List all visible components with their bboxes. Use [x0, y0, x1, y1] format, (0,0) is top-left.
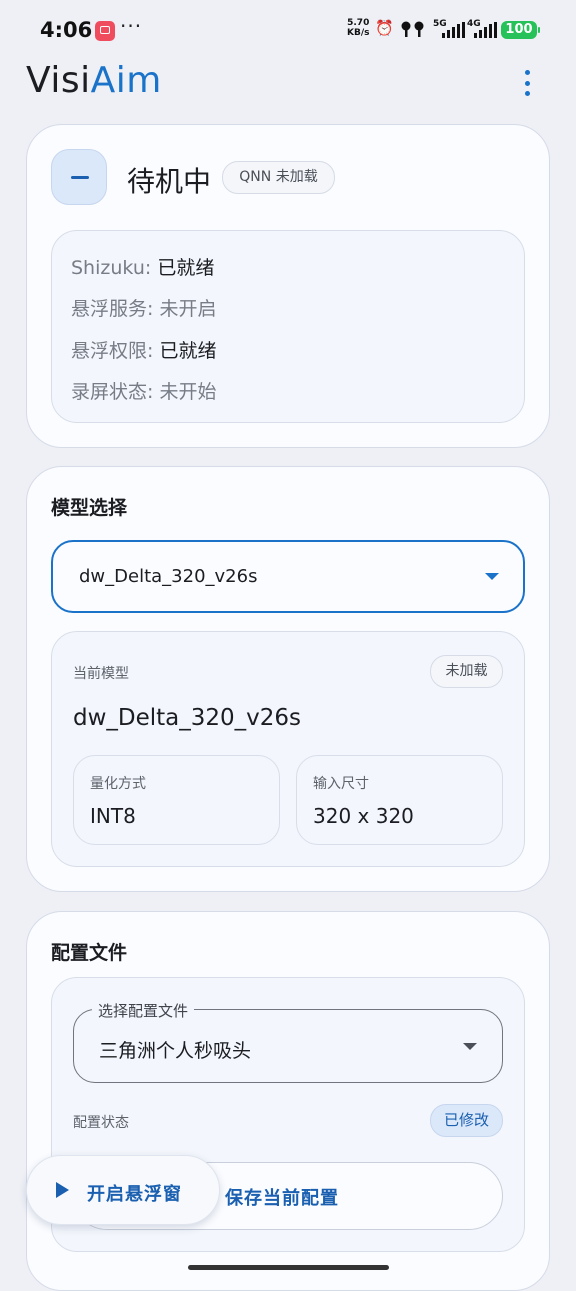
current-model-name: dw_Delta_320_v26s	[73, 705, 302, 731]
earbuds-icon	[401, 21, 424, 37]
status-recording: 录屏状态: 未开始	[71, 377, 216, 404]
quant-spec-box	[73, 755, 280, 845]
config-select-label: 选择配置文件	[92, 1000, 195, 1021]
status-shizuku-value: 已就绪	[157, 257, 215, 279]
status-shizuku: Shizuku: 已就绪	[71, 253, 214, 280]
status-bar: 4:06 ··· 5.70 KB/s ⏰ 5G 4G 100	[0, 0, 576, 58]
status-float-permission-value: 已就绪	[159, 340, 217, 362]
network-speed-unit: KB/s	[347, 28, 370, 38]
app-title-part1: Visi	[26, 60, 91, 101]
clock: 4:06	[40, 18, 93, 42]
signal-4g-icon	[474, 22, 497, 38]
input-size-value: 320 x 320	[313, 804, 414, 828]
dropdown-arrow-icon	[485, 573, 499, 580]
status-recording-value: 未开始	[159, 381, 217, 403]
config-status-chip: 已修改	[430, 1104, 503, 1137]
input-size-spec-box	[296, 755, 503, 845]
battery-indicator: 100	[501, 21, 540, 39]
input-size-label: 输入尺寸	[313, 776, 369, 792]
model-dropdown-value: dw_Delta_320_v26s	[79, 566, 258, 587]
network-speed: 5.70 KB/s	[347, 18, 369, 38]
app-title: VisiAim	[26, 60, 162, 101]
home-indicator[interactable]	[188, 1265, 389, 1270]
status-title: 待机中	[127, 165, 212, 198]
alarm-icon: ⏰	[375, 19, 394, 37]
open-float-window-label: 开启悬浮窗	[87, 1184, 182, 1205]
standby-icon	[51, 149, 107, 205]
status-float-service-label: 悬浮服务:	[71, 298, 160, 320]
network-speed-value: 5.70	[347, 18, 370, 28]
play-icon	[56, 1182, 69, 1198]
config-select-value: 三角洲个人秒吸头	[99, 1040, 252, 1062]
status-float-service: 悬浮服务: 未开启	[71, 294, 216, 321]
status-recording-label: 录屏状态:	[71, 381, 160, 403]
status-float-service-value: 未开启	[159, 298, 217, 320]
config-section-title: 配置文件	[51, 942, 128, 964]
app-title-part2: Aim	[90, 60, 162, 101]
quant-label: 量化方式	[90, 776, 146, 792]
qnn-status-chip: QNN 未加载	[222, 161, 335, 194]
more-notifications-icon: ···	[120, 14, 143, 38]
status-shizuku-label: Shizuku:	[71, 257, 158, 279]
model-section-title: 模型选择	[51, 497, 128, 519]
save-config-label: 保存当前配置	[225, 1188, 339, 1209]
config-status-label: 配置状态	[73, 1115, 129, 1131]
signal-5g-icon	[442, 22, 465, 38]
current-model-label: 当前模型	[73, 666, 129, 682]
quant-value: INT8	[90, 804, 136, 828]
notification-app-icon	[95, 21, 115, 41]
status-float-permission: 悬浮权限: 已就绪	[71, 336, 216, 363]
model-load-status-chip: 未加载	[430, 655, 503, 688]
status-float-permission-label: 悬浮权限:	[71, 340, 160, 362]
overflow-menu-icon[interactable]	[514, 66, 540, 100]
config-dropdown-arrow-icon	[463, 1043, 477, 1050]
